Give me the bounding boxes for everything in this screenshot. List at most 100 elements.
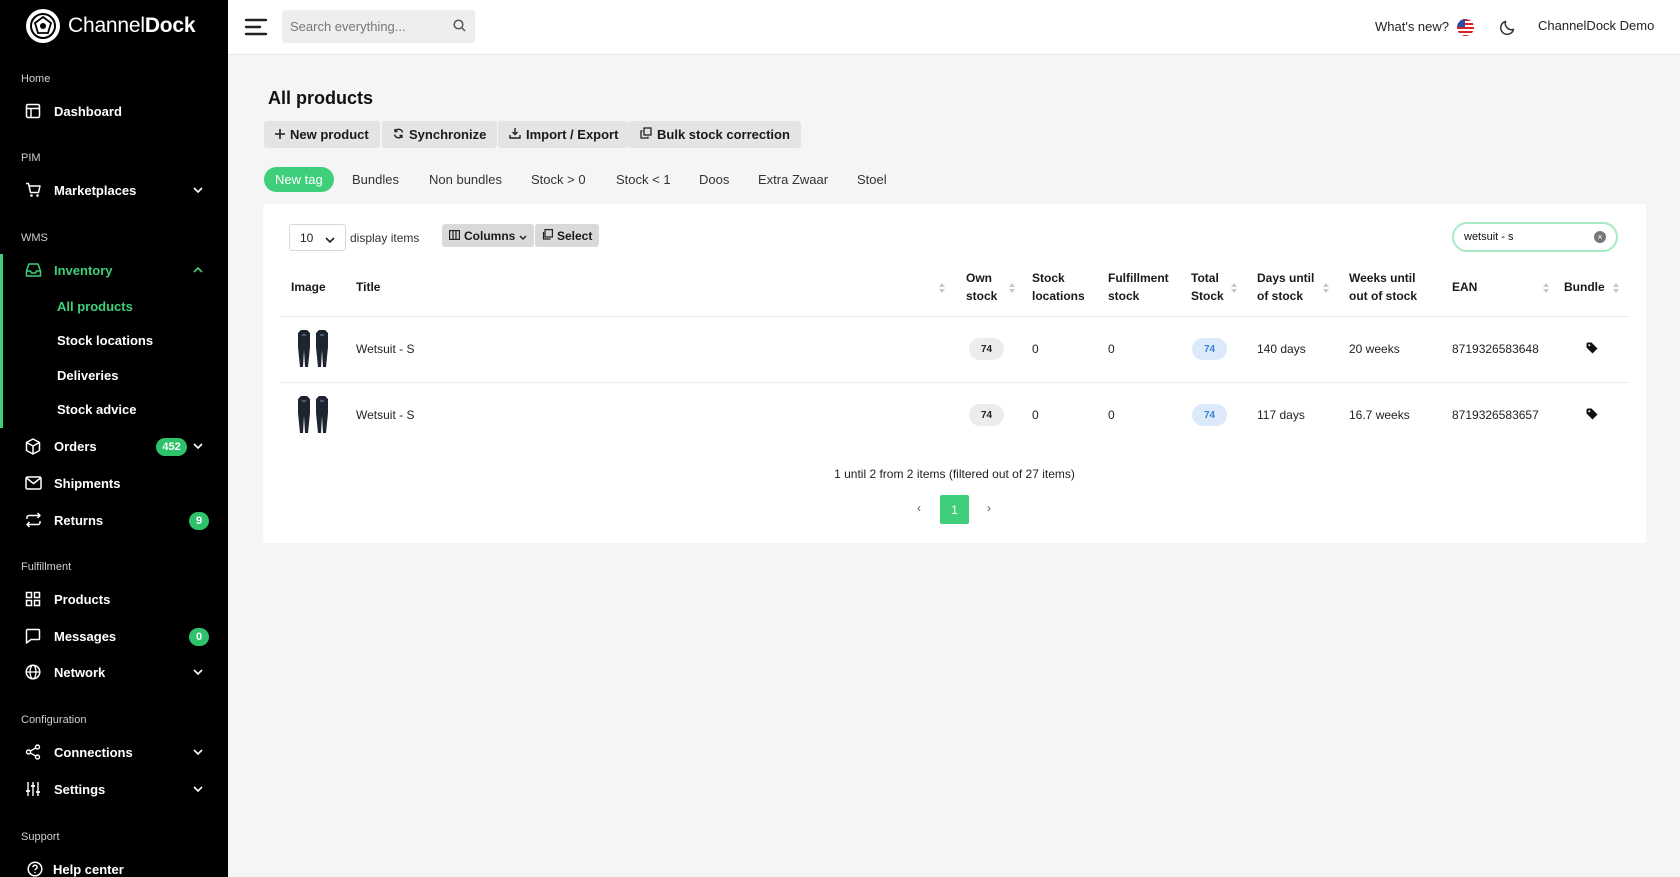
pagination-next-icon[interactable]: › [987,501,991,515]
product-thumbnail[interactable] [295,328,333,370]
page-size-select[interactable]: 10 [289,224,346,251]
new-product-button[interactable]: New product [264,121,380,148]
sidebar-item-products[interactable]: Products [0,583,228,615]
chevron-down-icon [190,781,206,797]
bulk-stock-correction-button[interactable]: Bulk stock correction [629,121,801,148]
column-header-ean[interactable]: EAN [1452,267,1550,307]
section-label-home: Home [21,73,51,85]
pagination-summary: 1 until 2 from 2 items (filtered out of … [834,467,1075,481]
brand-name: ChannelDock [68,14,196,37]
sidebar-subitem-stock-locations[interactable]: Stock locations [57,326,153,354]
page-size-value: 10 [300,230,314,245]
stock-locations-value: 0 [1032,342,1039,356]
sidebar-item-marketplaces[interactable]: Marketplaces [0,174,228,206]
sidebar-item-settings[interactable]: Settings [0,773,228,805]
tag-icon[interactable] [1586,408,1598,423]
chevron-down-icon [190,744,206,760]
tag-stock-lt-1[interactable]: Stock < 1 [605,167,682,192]
sidebar-item-label: Settings [54,781,106,797]
sidebar-item-network[interactable]: Network [0,656,228,688]
column-header-days-until[interactable]: Days until of stock [1257,267,1330,307]
tag-new-tag[interactable]: New tag [264,167,334,192]
orders-count-badge: 452 [156,438,187,456]
inbox-icon [24,261,42,279]
table-filter-input[interactable] [1464,231,1592,243]
copy-icon [640,127,652,142]
tag-stock-gt-0[interactable]: Stock > 0 [520,167,597,192]
column-header-fulfillment-stock: Fulfillment stock [1108,271,1169,303]
box-icon [24,437,42,455]
repeat-icon [24,511,42,529]
whats-new-link[interactable]: What's new? [1375,19,1449,34]
product-title[interactable]: Wetsuit - S [356,408,414,422]
chevron-down-icon [519,229,527,243]
column-header-weeks-until: Weeks until out of stock [1349,271,1417,303]
sidebar-item-label: Inventory [54,262,113,278]
synchronize-button[interactable]: Synchronize [382,121,498,148]
select-button[interactable]: Select [535,224,600,247]
sidebar-item-help-center[interactable]: Help center [0,853,228,877]
tag-extra-zwaar[interactable]: Extra Zwaar [747,167,839,192]
global-search-input[interactable] [290,19,450,34]
tag-bundles[interactable]: Bundles [341,167,410,192]
dark-mode-moon-icon[interactable] [1499,18,1517,39]
menu-toggle-icon[interactable] [244,15,268,39]
sort-icon [1230,281,1238,293]
column-header-total-stock[interactable]: Total Stock [1191,267,1238,307]
us-flag-icon[interactable] [1457,19,1474,36]
section-label-support: Support [21,831,60,843]
cart-icon [24,181,42,199]
message-icon [24,627,42,645]
sidebar-subitem-deliveries[interactable]: Deliveries [57,361,118,389]
column-header-title[interactable]: Title [356,267,946,307]
table-filter: × [1452,222,1618,252]
sidebar-item-shipments[interactable]: Shipments [0,467,228,499]
button-label: New product [290,127,369,142]
search-icon[interactable] [453,19,466,35]
import-export-button[interactable]: Import / Export [498,121,630,148]
column-header-stock-locations: Stock locations [1032,271,1085,303]
pagination-prev-icon[interactable]: ‹ [917,501,921,515]
chevron-down-icon [325,232,335,246]
header-divider [280,316,1630,317]
pagination-page-1[interactable]: 1 [940,495,969,524]
product-title[interactable]: Wetsuit - S [356,342,414,356]
grid-icon [24,590,42,608]
sidebar-item-label: Messages [54,628,117,644]
own-stock-badge: 74 [969,338,1004,360]
display-items-label: display items [350,231,420,245]
sidebar-item-label: Shipments [54,475,121,491]
tag-icon[interactable] [1586,342,1598,357]
sidebar-subitem-all-products[interactable]: All products [57,292,133,320]
total-stock-badge: 74 [1192,404,1227,426]
sidebar-item-label: Help center [53,861,124,877]
button-label: Select [557,228,593,243]
sidebar-subitem-stock-advice[interactable]: Stock advice [57,395,137,423]
fulfillment-stock-value: 0 [1108,408,1115,422]
button-label: Bulk stock correction [657,127,790,142]
sidebar-item-label: Returns [54,512,104,528]
section-label-pim: PIM [21,152,41,164]
chevron-down-icon [190,664,206,680]
product-thumbnail[interactable] [295,394,333,436]
sidebar-item-label: Dashboard [54,103,122,119]
sort-icon [938,281,946,293]
sidebar-item-orders[interactable]: Orders [0,430,228,462]
brand-logo[interactable]: ChannelDock [26,9,196,43]
days-until-value: 140 days [1257,342,1306,356]
chevron-up-icon [190,262,206,278]
column-header-bundle[interactable]: Bundle [1564,267,1620,307]
sidebar-item-dashboard[interactable]: Dashboard [0,95,228,127]
column-header-own-stock[interactable]: Own stock [966,267,1016,307]
columns-button[interactable]: Columns [442,224,535,247]
tag-non-bundles[interactable]: Non bundles [418,167,513,192]
sidebar-item-connections[interactable]: Connections [0,736,228,768]
tag-doos[interactable]: Doos [688,167,740,192]
top-bar: What's new? ChannelDock Demo [228,0,1680,55]
sidebar-item-inventory[interactable]: Inventory [0,254,228,286]
tag-stoel[interactable]: Stoel [846,167,898,192]
clear-filter-icon[interactable]: × [1594,231,1606,243]
sidebar: ChannelDock Home Dashboard PIM Marketpla… [0,0,228,877]
sidebar-item-label: Orders [54,438,97,454]
account-menu[interactable]: ChannelDock Demo [1538,18,1654,33]
